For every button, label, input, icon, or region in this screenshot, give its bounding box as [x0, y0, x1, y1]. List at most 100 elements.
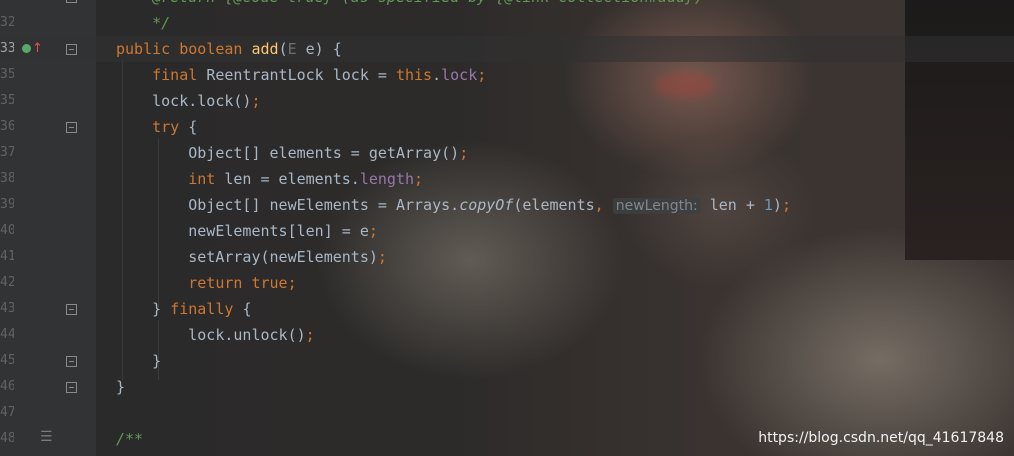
code-text[interactable]: } [116, 374, 125, 400]
code-text[interactable]: } finally { [116, 296, 251, 322]
code-line[interactable]: 35 lock.lock(); [0, 88, 1014, 114]
code-text[interactable]: final ReentrantLock lock = this.lock; [116, 62, 486, 88]
line-number[interactable]: 35 [0, 62, 14, 88]
code-line[interactable]: 37 Object[] elements = getArray(); [0, 140, 1014, 166]
code-line[interactable]: 32 */ [0, 10, 1014, 36]
line-number[interactable]: 37 [0, 140, 14, 166]
javadoc-toggle-icon[interactable]: ☰ [40, 429, 53, 445]
fold-toggle-icon[interactable] [66, 356, 77, 367]
code-text[interactable]: /** [116, 426, 143, 452]
code-text[interactable]: int len = elements.length; [116, 166, 423, 192]
code-line[interactable]: 47 [0, 400, 1014, 426]
fold-toggle-icon[interactable] [66, 304, 77, 315]
code-text[interactable]: public boolean add(E e) { [116, 36, 342, 62]
code-token: newElements[len] = e [188, 222, 369, 240]
code-text[interactable]: lock.unlock(); [116, 322, 314, 348]
line-number[interactable]: 45 [0, 348, 14, 374]
line-number[interactable]: 40 [0, 218, 14, 244]
code-line[interactable]: 35 final ReentrantLock lock = this.lock; [0, 62, 1014, 88]
code-line[interactable]: 33 public boolean add(E e) { ↑ [0, 36, 1014, 62]
fold-toggle-icon[interactable] [66, 382, 77, 393]
code-line[interactable]: 42 return true; [0, 270, 1014, 296]
code-token: /** [116, 430, 144, 448]
code-token: } [116, 378, 126, 396]
code-token: try [152, 118, 189, 136]
code-token: lock.lock() [152, 92, 252, 110]
fold-toggle-icon[interactable] [66, 0, 77, 3]
code-line[interactable]: 46} [0, 374, 1014, 400]
fold-toggle-icon[interactable] [66, 44, 77, 55]
code-token: Object[] elements = getArray() [188, 144, 460, 162]
code-token: ; [287, 274, 297, 292]
fold-toggle-icon[interactable] [66, 122, 77, 133]
code-token: add [251, 40, 279, 58]
code-line[interactable]: 45 } [0, 348, 1014, 374]
line-number[interactable]: 48 [0, 426, 14, 452]
code-token: final [152, 66, 207, 84]
code-token: ; [368, 222, 378, 240]
line-number[interactable]: 47 [0, 400, 14, 426]
code-token: len = elements. [224, 170, 360, 188]
code-token: len + [700, 196, 764, 214]
code-token: lock.unlock() [188, 326, 306, 344]
override-marker-icon[interactable] [22, 44, 31, 53]
code-line[interactable]: 43 } finally { [0, 296, 1014, 322]
code-text[interactable]: } [116, 348, 161, 374]
code-text[interactable]: setArray(newElements); [116, 244, 387, 270]
code-line[interactable]: 41 setArray(newElements); [0, 244, 1014, 270]
watermark: https://blog.csdn.net/qq_41617848 [758, 430, 1004, 446]
code-token: length [359, 170, 415, 188]
code-token: } [152, 300, 171, 318]
code-token: */ [152, 14, 171, 32]
line-number[interactable]: 44 [0, 322, 14, 348]
line-number[interactable]: 36 [0, 114, 14, 140]
line-number[interactable]: 38 [0, 166, 14, 192]
code-token: ) [772, 196, 782, 214]
line-number[interactable]: 33 [0, 36, 14, 62]
code-text[interactable]: return true; [116, 270, 297, 296]
code-token: ; [377, 248, 387, 266]
code-token: , [594, 196, 613, 214]
line-number[interactable]: 31 [0, 0, 14, 10]
code-text[interactable]: try { [116, 114, 197, 140]
line-number[interactable]: 32 [0, 10, 14, 36]
code-text[interactable]: @return {@code true} (as specified by {@… [116, 0, 703, 10]
code-text[interactable]: lock.lock(); [116, 88, 261, 114]
code-line[interactable]: 36 try { [0, 114, 1014, 140]
code-text[interactable]: newElements[len] = e; [116, 218, 378, 244]
code-text[interactable]: Object[] elements = getArray(); [116, 140, 468, 166]
line-number[interactable]: 43 [0, 296, 14, 322]
line-number[interactable]: 39 [0, 192, 14, 218]
code-token: ; [251, 92, 261, 110]
code-token: (elements [513, 196, 595, 214]
code-line[interactable]: 31 @return {@code true} (as specified by… [0, 0, 1014, 10]
code-token: ; [459, 144, 469, 162]
line-number[interactable]: 42 [0, 270, 14, 296]
code-text[interactable]: Object[] newElements = Arrays.copyOf(ele… [116, 192, 791, 219]
code-token: ( [278, 40, 288, 58]
code-line[interactable]: 38 int len = elements.length; [0, 166, 1014, 192]
code-token: E [287, 40, 297, 58]
code-line[interactable]: 44 lock.unlock(); [0, 322, 1014, 348]
line-number[interactable]: 46 [0, 374, 14, 400]
code-line[interactable]: 39 Object[] newElements = Arrays.copyOf(… [0, 192, 1014, 218]
code-token: ; [414, 170, 424, 188]
implements-arrow-icon[interactable]: ↑ [32, 42, 43, 55]
code-token: e) { [296, 40, 342, 58]
code-token: . [432, 66, 442, 84]
line-number[interactable]: 41 [0, 244, 14, 270]
code-text[interactable]: */ [116, 10, 170, 36]
code-line[interactable]: 40 newElements[len] = e; [0, 218, 1014, 244]
line-number[interactable]: 35 [0, 88, 14, 114]
